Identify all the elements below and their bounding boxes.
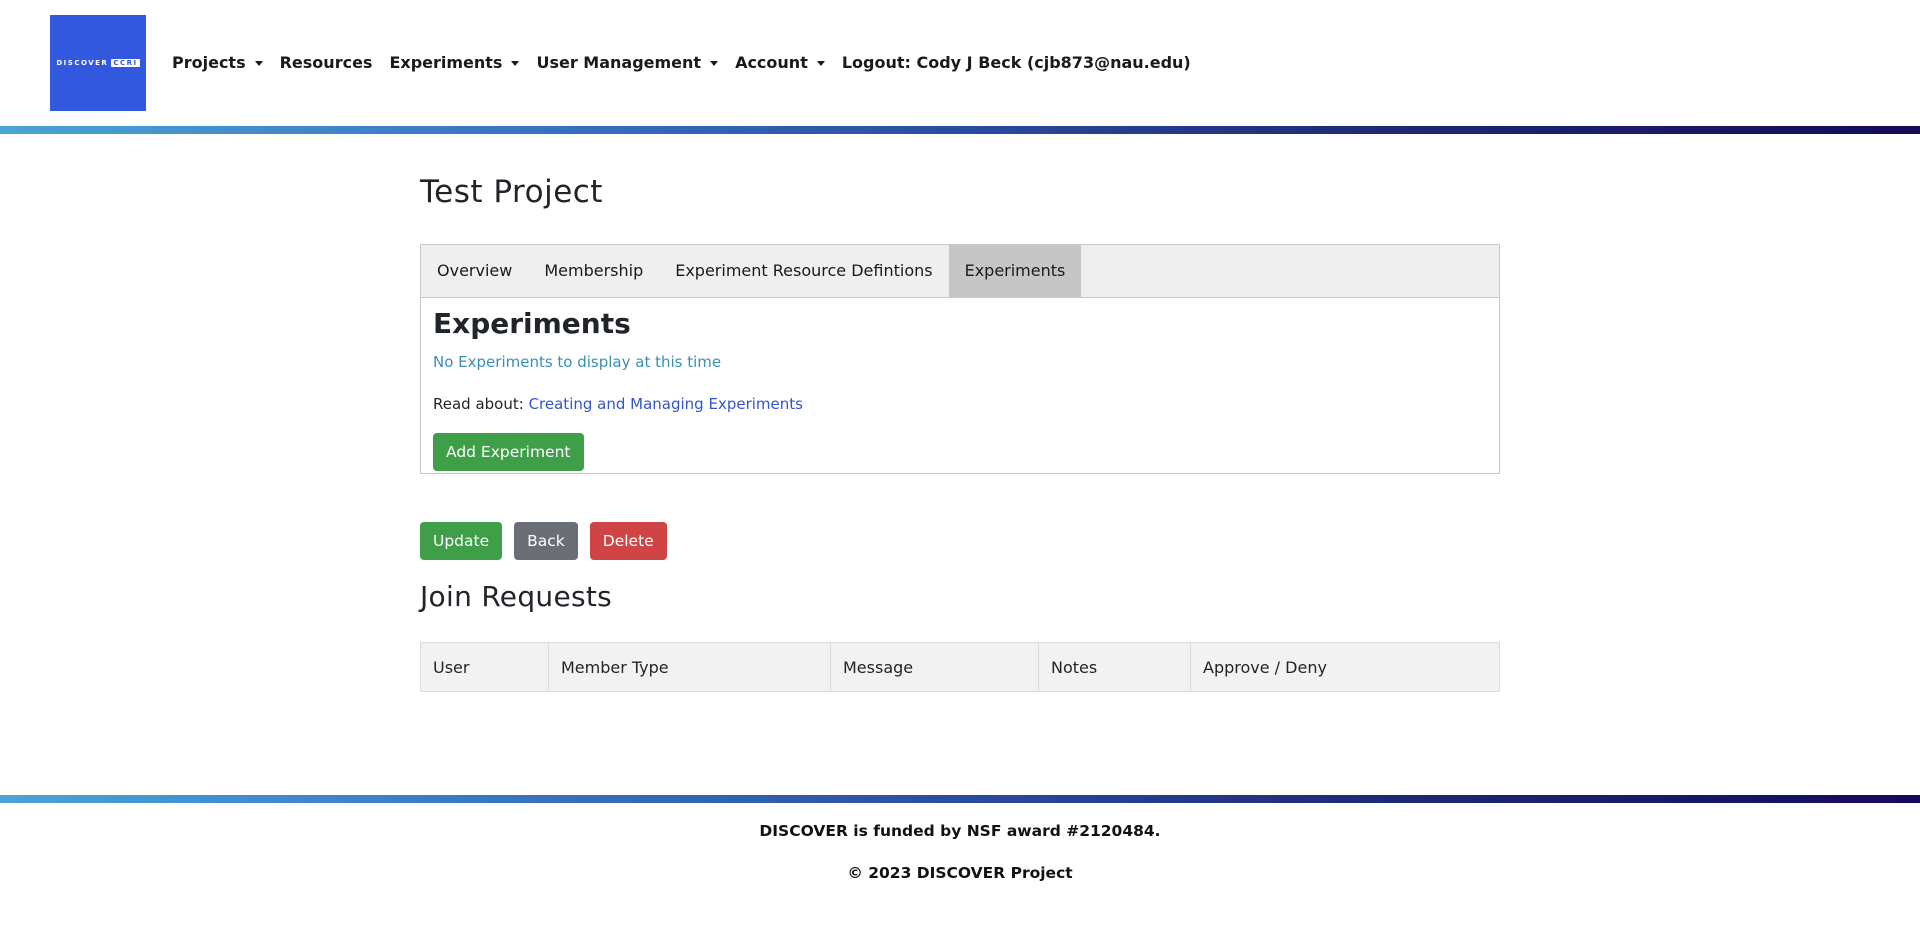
caret-down-icon [816, 60, 825, 66]
nav-account[interactable]: Account [735, 53, 825, 72]
tab-experiment-resource-definitions[interactable]: Experiment Resource Defintions [659, 245, 948, 297]
nav-projects-label: Projects [172, 52, 246, 72]
column-header-approve-deny: Approve / Deny [1190, 642, 1500, 692]
add-experiment-button[interactable]: Add Experiment [433, 433, 584, 471]
delete-button[interactable]: Delete [589, 522, 667, 560]
join-requests-title: Join Requests [420, 580, 613, 613]
join-requests-table: User Member Type Message Notes Approve /… [420, 642, 1500, 692]
update-button[interactable]: Update [420, 522, 503, 560]
nav-projects[interactable]: Projects [172, 53, 263, 72]
back-button[interactable]: Back [514, 522, 578, 560]
discover-logo[interactable]: DISCOVER CCRI [50, 15, 146, 111]
navbar: DISCOVER CCRI Projects Resources Experime… [0, 0, 1920, 126]
read-about-prefix: Read about: [433, 395, 524, 413]
nav-experiments[interactable]: Experiments [389, 52, 520, 72]
column-header-member-type: Member Type [548, 642, 831, 692]
column-header-user: User [420, 642, 549, 692]
tab-strip: Overview Membership Experiment Resource … [421, 245, 1499, 298]
header-divider [0, 126, 1920, 134]
empty-experiments-message: No Experiments to display at this time [433, 353, 722, 371]
column-header-notes: Notes [1038, 642, 1191, 692]
nav-logout-label: Logout: Cody J Beck (cjb873@nau.edu) [841, 52, 1191, 72]
nav-account-label: Account [735, 52, 808, 72]
experiments-heading: Experiments [433, 307, 631, 340]
footer-divider [0, 795, 1920, 803]
nav-resources-label: Resources [279, 52, 373, 72]
read-about-link[interactable]: Creating and Managing Experiments [529, 395, 803, 413]
caret-down-icon [710, 60, 719, 66]
read-about-line: Read about: Creating and Managing Experi… [433, 395, 1487, 417]
funding-statement: DISCOVER is funded by NSF award #2120484… [759, 822, 1161, 840]
page-title: Test Project [420, 174, 603, 210]
nav-resources[interactable]: Resources [280, 53, 373, 72]
nav-user-management-label: User Management [536, 52, 702, 72]
logo-text: DISCOVER [56, 59, 109, 67]
nav-logout[interactable]: Logout: Cody J Beck (cjb873@nau.edu) [842, 53, 1191, 72]
table-header-row: User Member Type Message Notes Approve /… [420, 642, 1500, 692]
caret-down-icon [511, 60, 520, 66]
experiments-tab-content: Experiments No Experiments to display at… [421, 298, 1499, 477]
logo-badge: CCRI [111, 59, 140, 67]
action-buttons: Update Back Delete [420, 522, 667, 560]
tab-panel: Overview Membership Experiment Resource … [420, 244, 1500, 474]
nav-user-management[interactable]: User Management [536, 52, 719, 72]
nav-experiments-label: Experiments [389, 52, 503, 72]
nav-menu: Projects Resources Experiments User Mana… [172, 50, 1208, 74]
column-header-message: Message [830, 642, 1039, 692]
tab-experiments[interactable]: Experiments [948, 245, 1082, 297]
caret-down-icon [254, 60, 263, 66]
copyright: © 2023 DISCOVER Project [847, 864, 1073, 882]
tab-overview[interactable]: Overview [421, 245, 528, 297]
tab-membership[interactable]: Membership [528, 245, 659, 297]
